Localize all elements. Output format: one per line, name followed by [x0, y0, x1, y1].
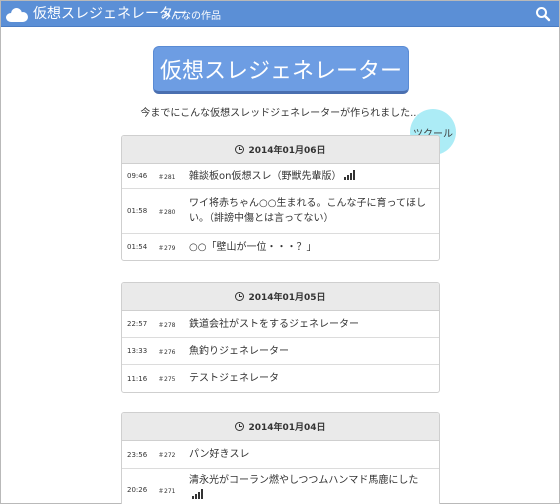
list-item[interactable]: 11:16 ＃275 テストジェネレータ [122, 365, 439, 392]
item-time: 23:56 [127, 450, 148, 459]
item-number: ＃279 [158, 244, 176, 252]
list-item[interactable]: 13:33 ＃276 魚釣りジェネレーター [122, 338, 439, 365]
panel-header: 2014年01月06日 [122, 136, 439, 164]
item-title-wrap: 清永光がコーラン燃やしつつムハンマド馬鹿にした [189, 473, 439, 503]
list-item[interactable]: 23:56 ＃272 パン好きスレ [122, 441, 439, 469]
list-item[interactable]: 20:26 ＃271 清永光がコーラン燃やしつつムハンマド馬鹿にした [122, 469, 439, 504]
item-time: 01:54 [127, 243, 148, 251]
item-number: ＃280 [158, 208, 176, 216]
list-item[interactable]: 22:57 ＃278 鉄道会社がストをするジェネレーター [122, 311, 439, 338]
list-item[interactable]: 01:58 ＃280 ワイ将赤ちゃん○○生まれる。こんな子に育ってほしい。（誹謗… [122, 189, 439, 234]
clock-icon [235, 292, 245, 301]
item-number: ＃272 [158, 452, 176, 459]
search-icon[interactable] [535, 6, 551, 22]
item-time: 11:16 [127, 374, 148, 383]
item-time: 13:33 [127, 347, 148, 355]
item-number: ＃281 [158, 173, 176, 181]
item-number: ＃276 [158, 348, 176, 356]
panel-date: 2014年01月06日 [248, 146, 326, 156]
panel-header: 2014年01月05日 [122, 283, 439, 311]
item-title: 雑談板on仮想スレ（野獣先輩版） [189, 170, 342, 182]
item-title: 鉄道会社がストをするジェネレーター [189, 318, 359, 330]
item-number: ＃278 [158, 321, 176, 329]
page-subtitle: 今までにこんな仮想スレッドジェネレーターが作られました... [140, 108, 420, 119]
item-time: 09:46 [127, 172, 148, 180]
signal-icon [192, 489, 204, 499]
hero-title-button[interactable]: 仮想スレジェネレーター [153, 46, 409, 94]
item-title: テストジェネレータ [189, 373, 279, 384]
date-panel: 2014年01月05日 22:57 ＃278 鉄道会社がストをするジェネレーター… [121, 282, 440, 393]
top-navbar: 仮想スレジェネレーター みんなの作品 [1, 1, 559, 27]
item-time: 22:57 [127, 320, 148, 328]
item-time: 20:26 [127, 486, 148, 494]
item-title-wrap: 雑談板on仮想スレ（野獣先輩版） [189, 169, 439, 184]
clock-icon [235, 422, 245, 431]
item-number: ＃275 [158, 376, 176, 383]
date-panel: 2014年01月04日 23:56 ＃272 パン好きスレ 20:26 ＃271… [121, 412, 440, 504]
brand-link[interactable]: 仮想スレジェネレーター [6, 4, 187, 24]
panel-date: 2014年01月04日 [248, 423, 326, 433]
item-title: ワイ将赤ちゃん○○生まれる。こんな子に育ってほしい。（誹謗中傷とは言ってない） [189, 198, 426, 224]
nav-link-works[interactable]: みんなの作品 [161, 7, 221, 22]
list-item[interactable]: 09:46 ＃281 雑談板on仮想スレ（野獣先輩版） [122, 164, 439, 189]
clock-icon [235, 145, 245, 154]
list-item[interactable]: 01:54 ＃279 ○○「壁山が一位・・・？」 [122, 234, 439, 260]
panel-header: 2014年01月04日 [122, 413, 439, 441]
item-number: ＃271 [158, 488, 176, 495]
cloud-icon [6, 6, 28, 22]
panel-date: 2014年01月05日 [248, 293, 326, 303]
date-panel: 2014年01月06日 09:46 ＃281 雑談板on仮想スレ（野獣先輩版） … [121, 135, 440, 261]
item-title: 魚釣りジェネレーター [189, 345, 289, 357]
item-title: 清永光がコーラン燃やしつつムハンマド馬鹿にした [189, 475, 419, 486]
item-title: ○○「壁山が一位・・・？」 [189, 241, 317, 253]
item-time: 01:58 [127, 207, 148, 215]
item-title: パン好きスレ [189, 449, 250, 460]
signal-icon [344, 169, 356, 180]
